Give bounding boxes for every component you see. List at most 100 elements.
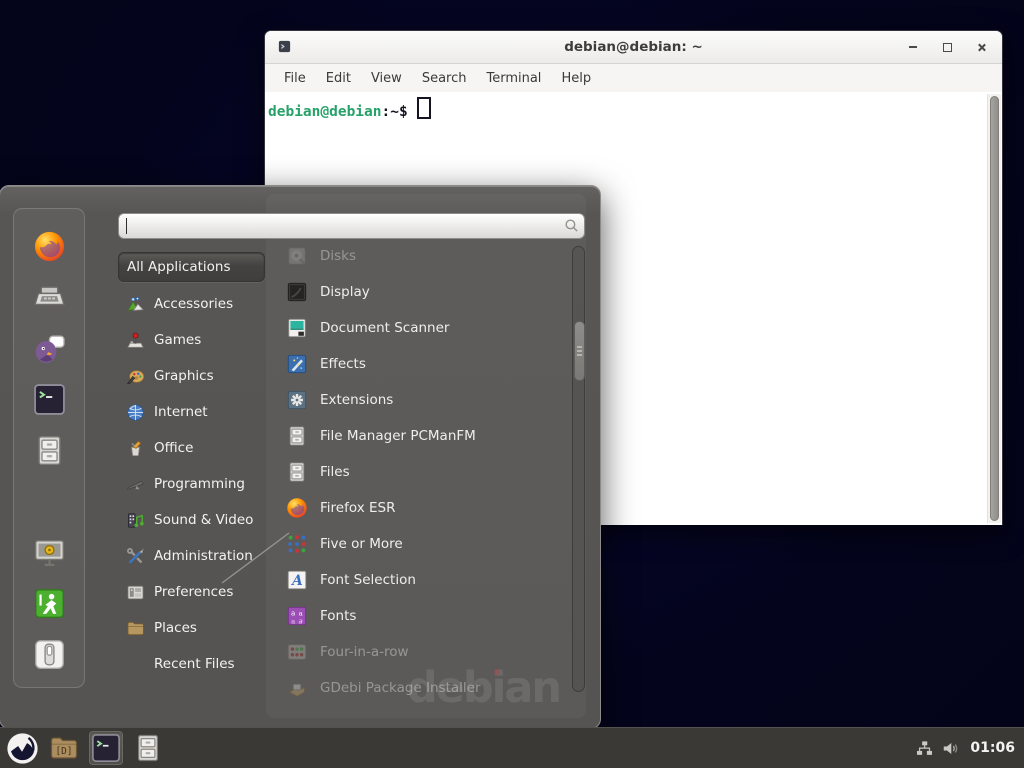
terminal-menubar: FileEditViewSearchTerminalHelp: [265, 64, 1002, 92]
task-button-file-manager-folder[interactable]: [D]: [47, 731, 81, 765]
prompt-user: debian@debian: [268, 104, 382, 120]
administration-icon: [126, 547, 145, 566]
applications-scrollbar-thumb[interactable]: [574, 321, 585, 381]
favorite-terminal-button[interactable]: [30, 381, 68, 417]
display-icon: [286, 281, 308, 303]
tray-volume[interactable]: [941, 739, 960, 758]
category-all-applications[interactable]: All Applications: [118, 252, 265, 282]
menubar-item-terminal[interactable]: Terminal: [476, 67, 551, 90]
prompt-path: :~$: [382, 104, 408, 120]
category-recent-files[interactable]: Recent Files: [118, 646, 265, 682]
terminal-scrollbar-thumb[interactable]: [990, 96, 999, 521]
category-accessories[interactable]: Accessories: [118, 286, 265, 322]
app-extensions[interactable]: Extensions: [272, 382, 568, 418]
menubar-item-search[interactable]: Search: [412, 67, 477, 90]
window-title: debian@debian: ~: [265, 39, 1002, 55]
app-font-selection[interactable]: AFont Selection: [272, 562, 568, 598]
debian-watermark: debian: [407, 667, 560, 710]
category-places[interactable]: Places: [118, 610, 265, 646]
app-disks[interactable]: Disks: [272, 238, 568, 274]
accessories-icon: [126, 295, 145, 314]
favorite-lock-screen-button[interactable]: [30, 535, 68, 571]
search-caret: [126, 218, 127, 234]
disks-icon: [286, 245, 308, 267]
file-manager-icon: [286, 461, 308, 483]
category-preferences[interactable]: Preferences: [118, 574, 265, 610]
favorite-pidgin-button[interactable]: [30, 331, 68, 367]
five-or-more-icon: [286, 533, 308, 555]
favorite-logout-button[interactable]: [30, 585, 68, 621]
category-list: All Applications AccessoriesGamesGraphics…: [118, 248, 265, 682]
desktop: debian@debian: ~ FileEditViewSearchTermi…: [0, 0, 1024, 768]
taskbar-clock: 01:06: [970, 740, 1015, 756]
app-document-scanner[interactable]: Document Scanner: [272, 310, 568, 346]
svg-text:a: a: [291, 610, 295, 618]
svg-text:A: A: [290, 573, 303, 589]
terminal-titlebar[interactable]: debian@debian: ~: [265, 31, 1002, 64]
menubar-item-help[interactable]: Help: [551, 67, 601, 90]
document-scanner-icon: [286, 317, 308, 339]
file-manager-icon: [286, 425, 308, 447]
minimize-icon: [909, 46, 917, 48]
menubar-item-file[interactable]: File: [274, 67, 316, 90]
category-programming[interactable]: Programming: [118, 466, 265, 502]
category-games[interactable]: Games: [118, 322, 265, 358]
taskbar: [D] 01:06: [0, 727, 1024, 768]
favorite-firefox-button[interactable]: [30, 229, 68, 265]
search-input[interactable]: [118, 213, 585, 239]
app-five-or-more[interactable]: Five or More: [272, 526, 568, 562]
terminal-scrollbar[interactable]: [987, 94, 1001, 523]
icon-spacer: [126, 655, 145, 674]
favorite-package-manager-button[interactable]: [30, 280, 68, 316]
app-firefox-esr[interactable]: Firefox ESR: [272, 490, 568, 526]
category-office[interactable]: Office: [118, 430, 265, 466]
file-manager-icon: [133, 733, 163, 763]
favorite-shutdown-button[interactable]: [30, 636, 68, 672]
app-files[interactable]: Files: [272, 454, 568, 490]
menu-launcher-button[interactable]: [5, 731, 39, 765]
category-graphics[interactable]: Graphics: [118, 358, 265, 394]
four-in-a-row-icon: [286, 641, 308, 663]
svg-text:[D]: [D]: [56, 746, 73, 757]
effects-icon: [286, 353, 308, 375]
task-button-terminal[interactable]: [89, 731, 123, 765]
favorite-file-manager-button[interactable]: [30, 432, 68, 468]
extensions-icon: [286, 389, 308, 411]
office-icon: [126, 439, 145, 458]
fonts-icon: aaaa: [286, 605, 308, 627]
window-list: [D]: [47, 731, 165, 765]
minimize-button[interactable]: [906, 40, 920, 54]
search-icon: [563, 217, 580, 234]
application-menu: All Applications AccessoriesGamesGraphics…: [0, 185, 601, 729]
app-fonts[interactable]: aaaaFonts: [272, 598, 568, 634]
maximize-button[interactable]: [940, 40, 954, 54]
system-tray: 01:06: [915, 739, 1024, 758]
terminal-icon: [91, 733, 121, 763]
favorites-rail: [13, 208, 85, 688]
category-administration[interactable]: Administration: [118, 538, 265, 574]
preferences-icon: [126, 583, 145, 602]
folder-d-icon: [D]: [49, 733, 79, 763]
places-icon: [126, 619, 145, 638]
maximize-icon: [943, 43, 952, 52]
terminal-cursor: [417, 97, 431, 119]
window-controls: [906, 31, 988, 63]
firefox-icon: [286, 497, 308, 519]
app-file-manager-pcmanfm[interactable]: File Manager PCManFM: [272, 418, 568, 454]
watermark-dot: [494, 669, 500, 675]
internet-icon: [126, 403, 145, 422]
sound-video-icon: [126, 511, 145, 530]
app-display[interactable]: Display: [272, 274, 568, 310]
menubar-item-edit[interactable]: Edit: [316, 67, 361, 90]
svg-text:a: a: [299, 610, 303, 618]
applications-scrollbar[interactable]: [572, 246, 585, 692]
category-sound-video[interactable]: Sound & Video: [118, 502, 265, 538]
application-list: DisksDisplayDocument ScannerEffectsExten…: [272, 238, 568, 698]
tray-network[interactable]: [915, 739, 934, 758]
close-button[interactable]: [974, 40, 988, 54]
menubar-item-view[interactable]: View: [361, 67, 412, 90]
category-internet[interactable]: Internet: [118, 394, 265, 430]
app-effects[interactable]: Effects: [272, 346, 568, 382]
task-button-files[interactable]: [131, 731, 165, 765]
terminal-prompt: debian@debian:~$: [268, 97, 431, 120]
